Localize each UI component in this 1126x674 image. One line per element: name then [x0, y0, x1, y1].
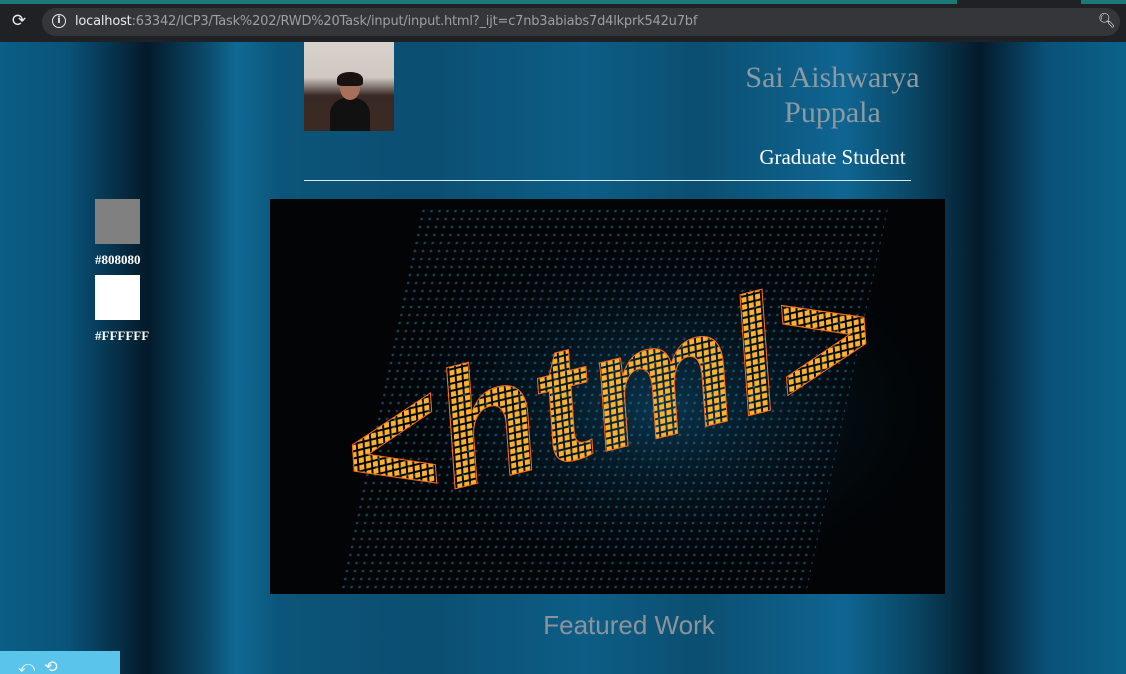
- widget-icons: ⤺ ⟲: [18, 657, 60, 674]
- tab-strip: [0, 0, 1126, 4]
- profile-name: Sai Aishwarya Puppala: [745, 61, 920, 129]
- header-divider: [304, 180, 911, 181]
- address-bar[interactable]: i localhost:63342/ICP3/Task%202/RWD%20Ta…: [42, 8, 1120, 36]
- photo-hair: [337, 72, 363, 86]
- url-path: :63342/ICP3/Task%202/RWD%20Task/input/in…: [131, 14, 698, 29]
- featured-work-heading: Featured Work: [543, 610, 715, 640]
- url-host: localhost: [75, 14, 132, 29]
- reload-icon[interactable]: ⟳: [10, 12, 28, 30]
- swatch-white-label: #FFFFFF: [95, 328, 150, 343]
- profile-photo: [304, 42, 394, 131]
- zoom-icon[interactable]: 🔍︎: [1098, 13, 1116, 29]
- url-text[interactable]: localhost:63342/ICP3/Task%202/RWD%20Task…: [75, 14, 697, 29]
- browser-toolbar: ⟳ i localhost:63342/ICP3/Task%202/RWD%20…: [0, 0, 1126, 42]
- swatch-gray: [95, 199, 140, 244]
- html-graphic: <html>: [270, 199, 980, 609]
- hero-image: <html>: [270, 199, 980, 609]
- swatch-white: [95, 275, 140, 320]
- photo-dress: [330, 98, 370, 131]
- corner-widget[interactable]: ⤺ ⟲: [0, 651, 120, 674]
- profile-role: Graduate Student: [759, 145, 906, 169]
- info-icon[interactable]: i: [52, 14, 66, 28]
- page: Sai Aishwarya Puppala Graduate Student #…: [0, 42, 1126, 674]
- swatch-gray-label: #808080: [95, 252, 141, 267]
